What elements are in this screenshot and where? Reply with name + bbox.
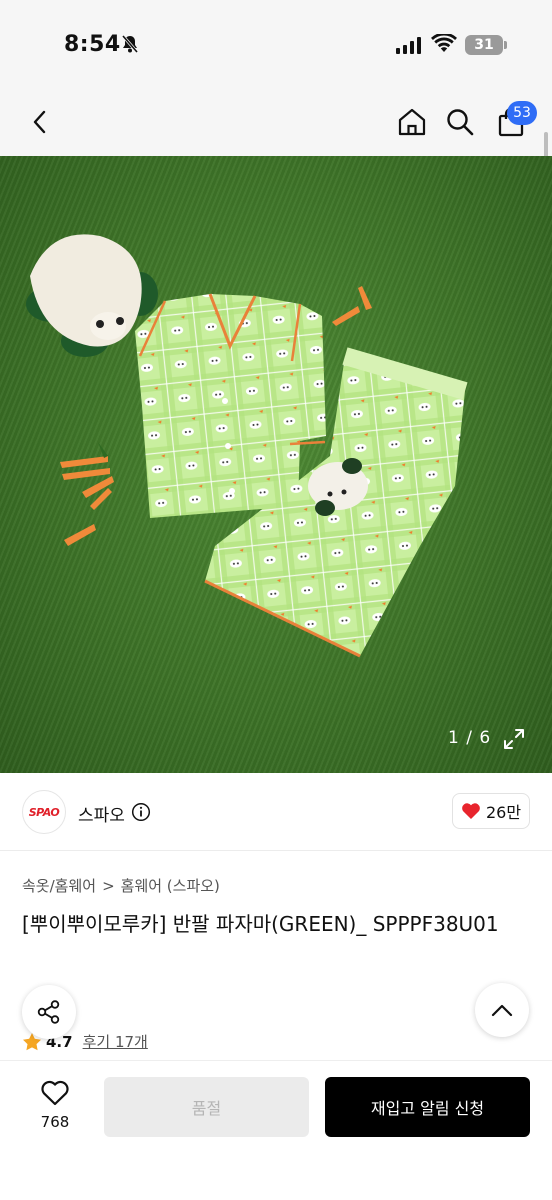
breadcrumb-category[interactable]: 속옷/홈웨어 [22,875,96,896]
search-button[interactable] [442,104,478,140]
battery-tip [504,41,507,49]
bell-off-icon [121,35,139,53]
share-icon [37,1000,60,1024]
app-header [0,90,552,156]
status-time: 8:54 [64,32,121,57]
bottom-action-bar: 768 품절 재입고 알림 신청 [0,1060,552,1200]
home-icon [398,108,426,136]
chevron-up-icon [491,1004,513,1017]
breadcrumb-subcategory[interactable]: 홈웨어 (스파오) [121,875,220,896]
back-arrow-icon [33,110,46,134]
soldout-button: 품절 [104,1077,309,1137]
search-icon [447,109,474,136]
heart-icon [41,1080,69,1106]
home-button[interactable] [394,104,430,140]
restock-alert-button[interactable]: 재입고 알림 신청 [325,1077,530,1137]
wishlist-count: 768 [40,1113,70,1131]
back-button[interactable] [22,104,58,140]
product-photo-illustration [26,234,468,658]
scroll-top-button[interactable] [475,983,529,1037]
brand-name[interactable]: 스파오 [78,801,125,826]
expand-icon[interactable] [502,727,526,751]
share-button[interactable] [22,985,76,1039]
product-title: [뿌이뿌이모루카] 반팔 파자마(GREEN)_ SPPPF38U01 [22,912,499,936]
info-icon[interactable] [131,802,151,822]
brand-like-count: 26만 [485,803,522,822]
signal-icon [396,36,421,54]
wishlist-button[interactable]: 768 [24,1079,86,1139]
cart-count-badge: 53 [507,101,537,125]
heart-icon [462,803,480,819]
brand-like-button[interactable]: 26만 [452,793,530,829]
brand-logo[interactable]: SPAO [22,790,66,834]
status-bar: 8:54 31 [0,0,552,90]
review-count-link[interactable]: 후기 17개 [83,1031,148,1052]
breadcrumb: 속옷/홈웨어 > 홈웨어 (스파오) [22,875,220,896]
battery-icon: 31 [465,35,503,55]
image-counter: 1 / 6 [448,728,492,748]
product-image[interactable]: 1 / 6 [0,156,552,773]
chevron-right-icon: > [102,876,115,895]
wifi-icon [431,34,457,52]
brand-row: SPAO 스파오 26만 [0,773,552,851]
